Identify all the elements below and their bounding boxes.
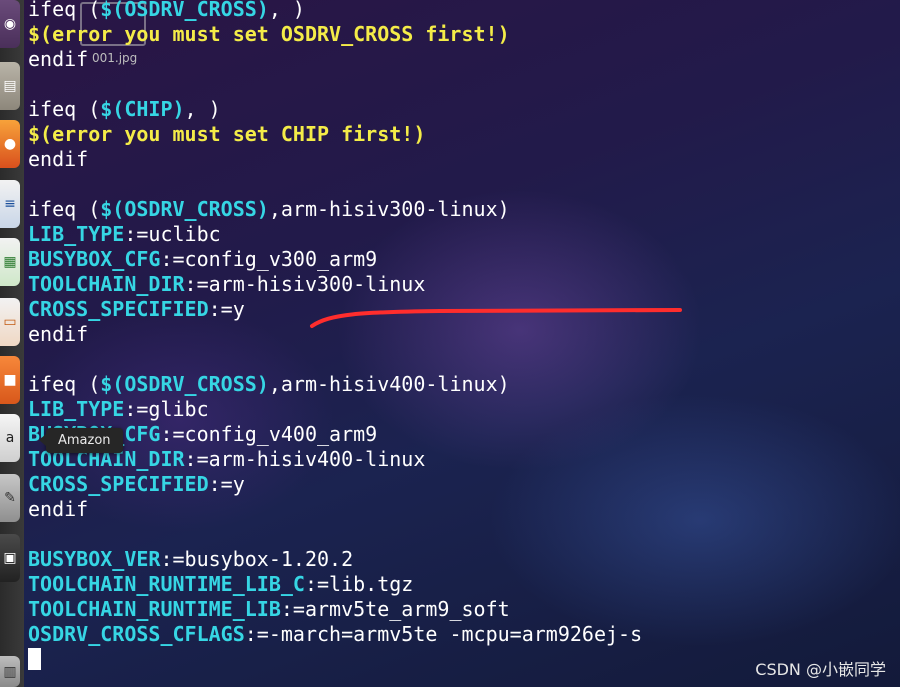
- variable-token: CROSS_SPECIFIED: [28, 472, 209, 496]
- text-token: :=uclibc: [124, 222, 221, 246]
- text-token: endif: [28, 47, 89, 71]
- variable-token: TOOLCHAIN_DIR: [28, 272, 185, 296]
- terminal-line: LIB_TYPE:=glibc: [28, 397, 642, 422]
- terminal-line: OSDRV_CROSS_CFLAGS:=-march=armv5te -mcpu…: [28, 622, 642, 647]
- text-token: :=lib.tgz: [304, 572, 414, 596]
- variable-token: TOOLCHAIN_RUNTIME_LIB: [28, 597, 281, 621]
- terminal-line: TOOLCHAIN_RUNTIME_LIB_C:=lib.tgz: [28, 572, 642, 597]
- libreoffice-writer-icon[interactable]: ≡: [0, 180, 20, 228]
- variable-token: CROSS_SPECIFIED: [28, 297, 209, 321]
- unity-launcher: ◉ ▤ ● ≡ ▦ ▭ ■ a ✎ ▣ ▥: [0, 0, 24, 687]
- variable-token: $(OSDRV_CROSS): [100, 372, 269, 396]
- text-token: :=config_v400_arm9: [160, 422, 378, 446]
- amazon-icon[interactable]: a: [0, 414, 20, 462]
- variable-token: BUSYBOX_CFG: [28, 247, 161, 271]
- text-token: :=armv5te_arm9_soft: [280, 597, 510, 621]
- ubuntu-software-icon[interactable]: ■: [0, 356, 20, 404]
- terminal-line: CROSS_SPECIFIED:=y: [28, 472, 642, 497]
- terminal-line: ifeq ($(OSDRV_CROSS), ): [28, 0, 642, 22]
- text-token: ifeq (: [28, 372, 101, 396]
- error-token: $(error you must set CHIP first!): [28, 122, 426, 146]
- text-token: :=config_v300_arm9: [160, 247, 378, 271]
- text-token: , ): [184, 97, 221, 121]
- trash-icon[interactable]: ▥: [0, 656, 20, 687]
- text-token: ifeq (: [28, 0, 101, 21]
- error-token: $(error you must set OSDRV_CROSS first!): [28, 22, 510, 46]
- variable-token: OSDRV_CROSS_CFLAGS: [28, 622, 245, 646]
- variable-token: LIB_TYPE: [28, 397, 125, 421]
- text-token: :=arm-hisiv300-linux: [184, 272, 426, 296]
- variable-token: $(OSDRV_CROSS): [100, 0, 269, 21]
- dash-home-icon[interactable]: ◉: [0, 0, 20, 48]
- text-token: :=y: [208, 297, 245, 321]
- text-token: :=y: [208, 472, 245, 496]
- terminal-line: ifeq ($(OSDRV_CROSS),arm-hisiv400-linux): [28, 372, 642, 397]
- text-token: endif: [28, 497, 89, 521]
- terminal-line: endif: [28, 497, 642, 522]
- terminal-line: endif: [28, 147, 642, 172]
- red-underline-annotation: [310, 308, 682, 328]
- terminal-line: ifeq ($(OSDRV_CROSS),arm-hisiv300-linux): [28, 197, 642, 222]
- variable-token: $(OSDRV_CROSS): [100, 197, 269, 221]
- text-token: , ): [268, 0, 305, 21]
- terminal-line: $(error you must set OSDRV_CROSS first!): [28, 22, 642, 47]
- terminal-line: $(error you must set CHIP first!): [28, 122, 642, 147]
- text-token: ifeq (: [28, 197, 101, 221]
- variable-token: TOOLCHAIN_RUNTIME_LIB_C: [28, 572, 305, 596]
- watermark: CSDN @小嵌同学: [755, 660, 886, 679]
- launcher-tooltip: Amazon: [39, 428, 123, 453]
- libreoffice-impress-icon[interactable]: ▭: [0, 298, 20, 346]
- terminal-icon[interactable]: ▣: [0, 534, 20, 582]
- text-token: ,arm-hisiv400-linux): [268, 372, 510, 396]
- terminal-line: BUSYBOX_VER:=busybox-1.20.2: [28, 547, 642, 572]
- variable-token: $(CHIP): [100, 97, 185, 121]
- variable-token: LIB_TYPE: [28, 222, 125, 246]
- text-token: endif: [28, 322, 89, 346]
- variable-token: BUSYBOX_VER: [28, 547, 161, 571]
- terminal-cursor: [28, 648, 41, 670]
- text-token: ifeq (: [28, 97, 101, 121]
- terminal-line: TOOLCHAIN_DIR:=arm-hisiv300-linux: [28, 272, 642, 297]
- terminal-line: ifeq ($(CHIP), ): [28, 97, 642, 122]
- text-token: ,arm-hisiv300-linux): [268, 197, 510, 221]
- libreoffice-calc-icon[interactable]: ▦: [0, 238, 20, 286]
- system-settings-icon[interactable]: ✎: [0, 474, 20, 522]
- terminal-line: endif: [28, 47, 642, 72]
- text-token: :=glibc: [124, 397, 209, 421]
- text-token: :=arm-hisiv400-linux: [184, 447, 426, 471]
- terminal-line: LIB_TYPE:=uclibc: [28, 222, 642, 247]
- text-token: endif: [28, 147, 89, 171]
- text-token: :=-march=armv5te -mcpu=arm926ej-s: [244, 622, 643, 646]
- text-token: :=busybox-1.20.2: [160, 547, 354, 571]
- terminal-line: TOOLCHAIN_RUNTIME_LIB:=armv5te_arm9_soft: [28, 597, 642, 622]
- terminal-line: BUSYBOX_CFG:=config_v300_arm9: [28, 247, 642, 272]
- firefox-icon[interactable]: ●: [0, 120, 20, 168]
- files-icon[interactable]: ▤: [0, 62, 20, 110]
